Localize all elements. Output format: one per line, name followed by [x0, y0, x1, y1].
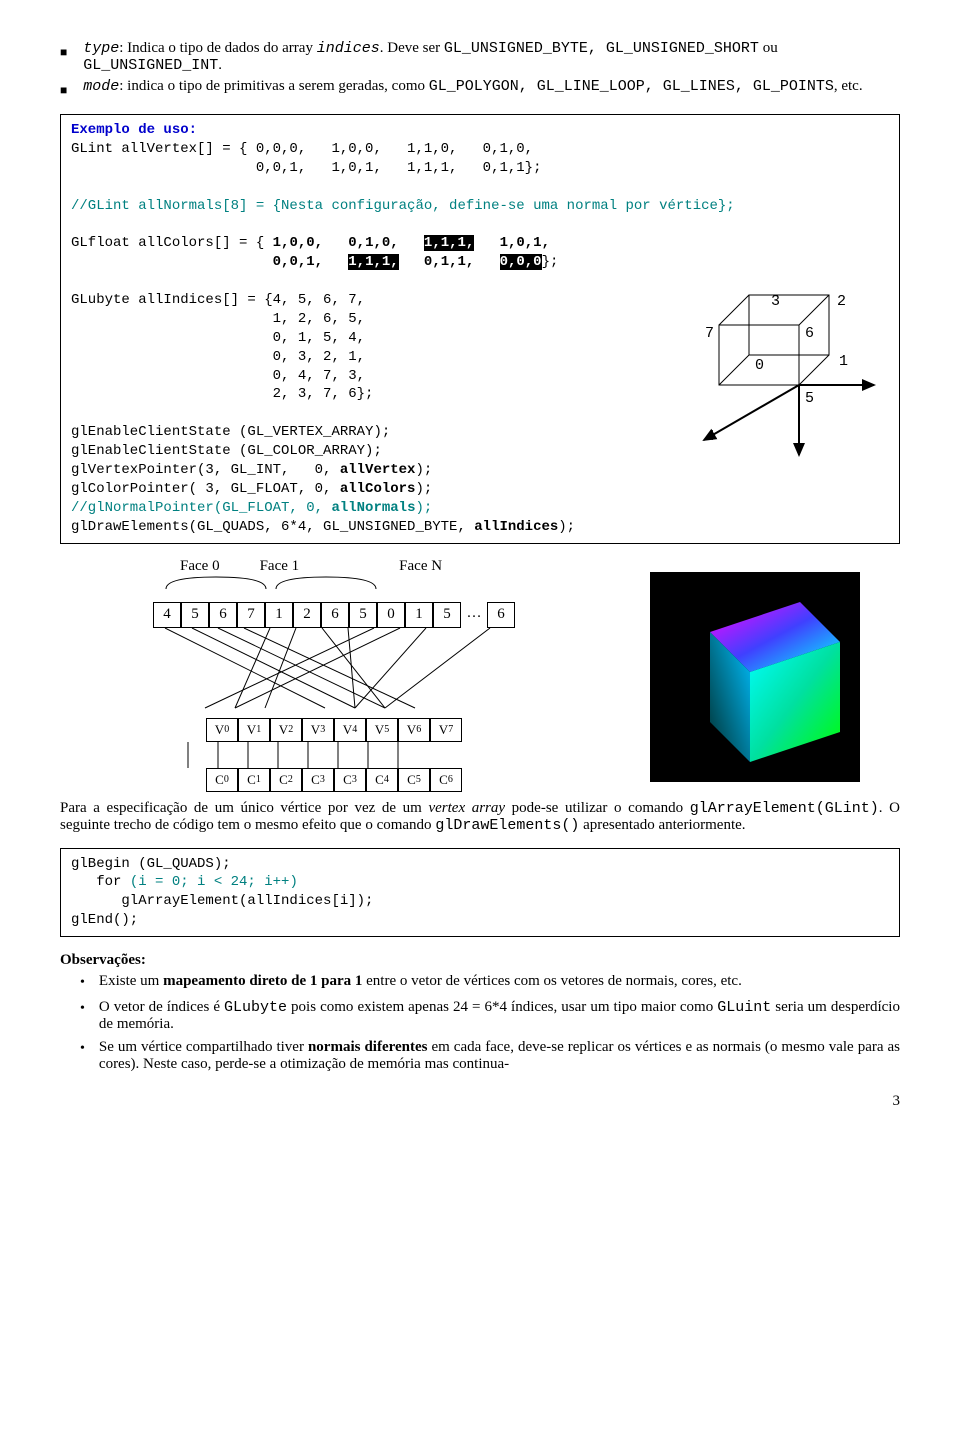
svg-text:6: 6 — [805, 325, 814, 342]
face-labels: Face 0 Face 1 Face N — [180, 558, 580, 575]
v-box: V1 — [238, 718, 270, 742]
bullet-dot-icon: • — [80, 1039, 99, 1073]
code-line: GLint allVertex[] = { 0,0,0, 1,0,0, 1,1,… — [71, 140, 889, 159]
face-label: Face N — [399, 558, 442, 575]
svg-text:5: 5 — [805, 390, 814, 407]
obs-item: •Se um vértice compartilhado tiver norma… — [80, 1039, 900, 1073]
example-title: Exemplo de uso: — [71, 122, 197, 138]
bullet-item: ■ mode: indica o tipo de primitivas a se… — [60, 78, 900, 100]
code-line: glEnd(); — [71, 911, 889, 930]
vertex-boxes: V0 V1 V2 V3 V4 V5 V6 V7 — [88, 718, 580, 742]
svg-text:0: 0 — [755, 357, 764, 374]
v-box: V5 — [366, 718, 398, 742]
c-box: C2 — [270, 768, 302, 792]
v-box: V4 — [334, 718, 366, 742]
svg-text:7: 7 — [705, 325, 714, 342]
index-box: 0 — [377, 602, 405, 628]
bullet-square-icon: ■ — [60, 40, 83, 74]
index-box: 5 — [349, 602, 377, 628]
cube-diagram-icon: 0 1 2 3 4 5 6 7 — [679, 285, 879, 465]
v-box: V7 — [430, 718, 462, 742]
c-box: C3 — [334, 768, 366, 792]
c-box: C1 — [238, 768, 270, 792]
index-box: 2 — [293, 602, 321, 628]
face-label: Face 0 — [180, 558, 220, 575]
code-block-2: glBegin (GL_QUADS); for (i = 0; i < 24; … — [60, 848, 900, 938]
v-box: V3 — [302, 718, 334, 742]
bullet-text: mode: indica o tipo de primitivas a sere… — [83, 78, 862, 100]
code-comment: //GLint allNormals[8] = {Nesta configura… — [71, 197, 889, 216]
index-box: 7 — [237, 602, 265, 628]
c-box: C3 — [302, 768, 334, 792]
code-line: GLfloat allColors[] = { 1,0,0, 0,1,0, 1,… — [71, 234, 889, 253]
page-number: 3 — [60, 1093, 900, 1110]
code-comment: //glNormalPointer(GL_FLOAT, 0, allNormal… — [71, 499, 889, 518]
bullet-text: type: Indica o tipo de dados do array in… — [83, 40, 900, 74]
code-line: for (i = 0; i < 24; i++) — [71, 873, 889, 892]
c-box: C5 — [398, 768, 430, 792]
bullet-item: ■ type: Indica o tipo de dados do array … — [60, 40, 900, 74]
index-boxes: 4 5 6 7 1 2 6 5 0 1 5 … 6 — [88, 602, 580, 628]
brace-icon — [156, 575, 576, 591]
color-boxes: C0 C1 C2 C3 C3 C4 C5 C6 — [88, 768, 580, 792]
index-box: 6 — [209, 602, 237, 628]
code-line: 0,0,1, 1,1,1, 0,1,1, 0,0,0}; — [71, 253, 889, 272]
index-box: 1 — [405, 602, 433, 628]
bullet-square-icon: ■ — [60, 78, 83, 100]
svg-text:1: 1 — [839, 353, 848, 370]
obs-item: •Existe um mapeamento direto de 1 para 1… — [80, 973, 900, 993]
svg-text:2: 2 — [837, 293, 846, 310]
obs-title: Observações: — [60, 952, 900, 969]
svg-text:4: 4 — [706, 428, 715, 445]
v-box: V0 — [206, 718, 238, 742]
index-box: … — [461, 602, 487, 626]
index-box: 4 — [153, 602, 181, 628]
index-box: 5 — [181, 602, 209, 628]
vertical-lines-icon — [172, 742, 452, 768]
index-box: 1 — [265, 602, 293, 628]
paragraph: Para a especificação de um único vértice… — [60, 800, 900, 834]
code-line: 0,0,1, 1,0,1, 1,1,1, 0,1,1}; — [71, 159, 889, 178]
c-box: C4 — [366, 768, 398, 792]
v-box: V6 — [398, 718, 430, 742]
bullet-dot-icon: • — [80, 999, 99, 1033]
v-box: V2 — [270, 718, 302, 742]
color-cube-image — [650, 572, 860, 782]
bullet-dot-icon: • — [80, 973, 99, 993]
top-bullet-list: ■ type: Indica o tipo de dados do array … — [60, 40, 900, 100]
index-box: 6 — [321, 602, 349, 628]
code-line: glDrawElements(GL_QUADS, 6*4, GL_UNSIGNE… — [71, 518, 889, 537]
svg-text:3: 3 — [771, 293, 780, 310]
face-label: Face 1 — [260, 558, 300, 575]
code-line: glColorPointer( 3, GL_FLOAT, 0, allColor… — [71, 480, 889, 499]
c-box: C0 — [206, 768, 238, 792]
diagram-section: Face 0 Face 1 Face N 4 5 6 7 1 2 6 5 0 1… — [60, 558, 900, 792]
obs-item: •O vetor de índices é GLubyte pois como … — [80, 999, 900, 1033]
index-box: 6 — [487, 602, 515, 628]
c-box: C6 — [430, 768, 462, 792]
code-block-1: Exemplo de uso: GLint allVertex[] = { 0,… — [60, 114, 900, 544]
code-line: glBegin (GL_QUADS); — [71, 855, 889, 874]
obs-list: •Existe um mapeamento direto de 1 para 1… — [80, 973, 900, 1073]
index-box: 5 — [433, 602, 461, 628]
code-line: glArrayElement(allIndices[i]); — [71, 892, 889, 911]
mapping-lines-icon — [110, 628, 530, 718]
